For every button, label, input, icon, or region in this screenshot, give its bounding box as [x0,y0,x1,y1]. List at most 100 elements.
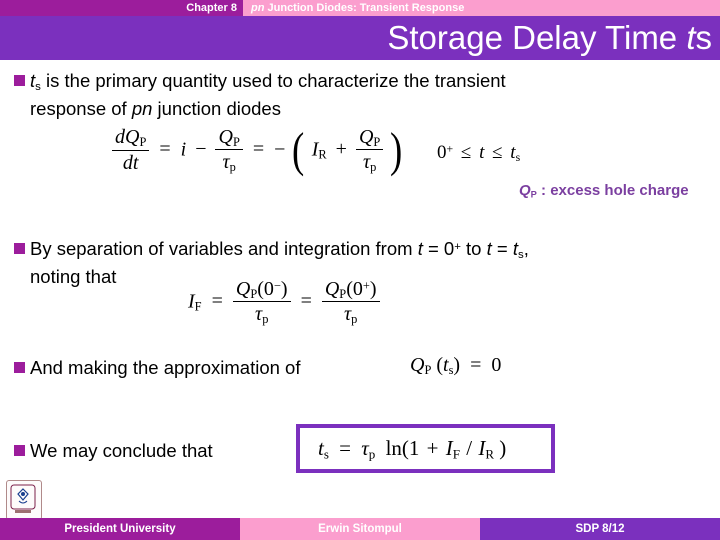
tau-subscript: p [368,446,376,462]
bullet4-text: We may conclude that [30,440,213,461]
zero-value: 0 [491,354,502,376]
negation-sign: − [274,138,286,161]
d-symbol: d [115,126,125,149]
Q-symbol: Q [410,354,425,376]
equation-storage-time: ts = τp ln(1 + IF / IR ) [318,436,506,462]
footer: President University Erwin Sitompul SDP … [0,518,720,540]
frac-denominator: τp [356,150,383,175]
bullet1-line2-a: response of [30,97,132,119]
bullet-conclusion: We may conclude that [14,440,213,462]
equals-sign: = [470,354,482,376]
Q-symbol: Q [358,126,374,148]
equation-forward-current: IF = QP(0−) τp = QP(0+) τp [188,278,380,327]
bullet2-tail: , [523,238,529,260]
bullet2-mid: to [460,238,487,260]
page-title-variable: t [686,19,696,56]
equals-1: = [159,138,171,161]
chapter-bar: Chapter 8 pn Junction Diodes: Transient … [0,0,720,16]
ln-open: ln(1 [385,436,420,460]
bullet-square-icon [14,362,25,373]
tau-subscript: p [229,160,236,175]
forward-current-sub: F [452,446,460,462]
storage-time-sub: s [323,446,329,462]
Q-subscript: P [139,135,147,150]
division-slash: / [466,436,473,460]
bullet2-eq1: = 0 [422,238,455,260]
Q-subscript: P [373,135,381,150]
footer-author: Erwin Sitompul [240,518,480,540]
ln-close: ) [499,436,507,460]
frac-denominator: τp [233,302,291,327]
plus-sign: + [426,436,439,460]
tau-subscript: p [370,160,377,175]
le-1: ≤ [460,142,472,163]
chapter-number: Chapter 8 [186,2,237,14]
current-i: i [180,138,187,161]
bullet3-text: And making the approximation of [30,357,301,378]
arg-open: (0 [346,278,363,300]
open-paren: ( [292,122,305,178]
frac-denominator: dt [122,151,139,174]
frac-numerator: QP(0+) [321,278,380,303]
time-t: t [479,142,485,163]
frac-numerator: QP(0−) [232,278,291,303]
chapter-bar-left-band: Chapter 8 [0,0,243,16]
equals-2: = [300,290,312,313]
university-logo [6,480,42,520]
frac-denominator: τp [322,302,380,327]
bullet-square-icon [14,445,25,456]
arg-close: ) [369,278,377,300]
bullet2-sup1: + [454,241,461,253]
storage-time-sub: s [515,150,521,164]
bullet2-part-a: By separation of variables and integrati… [30,238,418,260]
Q-subscript: P [232,135,240,150]
bullet-square-icon [14,243,25,255]
frac-numerator: dQP [112,126,150,151]
close-paren: ) [390,122,403,178]
arg-close: ) [280,278,288,300]
plus-sign: + [335,138,347,161]
equation-approximation: QP (ts) = 0 [410,354,501,378]
reverse-current-sub: R [318,147,327,162]
bullet-square-icon [14,75,25,86]
university-crest-icon [10,484,36,513]
bullet1-line2-italic: pn [131,97,153,119]
arg-superscript: − [273,278,281,293]
Q-symbol: Q [125,126,140,149]
frac-Qp-taup-1: QP τp [215,126,243,175]
bullet-approximation: And making the approximation of [14,357,300,379]
chapter-bar-right-band: pn Junction Diodes: Transient Response [243,0,720,16]
chapter-title-rest: Junction Diodes: Transient Response [264,2,465,14]
title-banner: Storage Delay Time ts [0,16,720,60]
chapter-title-italic: pn [251,2,265,14]
annotation-excess-hole-charge: QP : excess hole charge [519,182,719,203]
frac-Qp-0minus-taup: QP(0−) τp [232,278,291,327]
annotation-symbol: Q [519,182,531,199]
bullet1-line2: response of pn junction diodes [30,98,714,120]
page-title-variable-sub: s [695,19,713,56]
equals-sign: = [339,436,352,460]
frac-Qp-0plus-taup: QP(0+) τp [321,278,380,327]
chapter-title: pn Junction Diodes: Transient Response [251,1,464,15]
equation-time-range: 0+ ≤ t ≤ ts [437,142,520,165]
tau-symbol: τ [222,151,230,174]
arg-open: (0 [257,278,274,300]
frac-numerator: QP [215,126,243,151]
bullet1-line1: is the primary quantity used to characte… [40,70,506,91]
le-2: ≤ [492,142,503,163]
Q-subscript: P [424,363,432,378]
frac-dQp-dt: dQP dt [112,126,150,174]
zero-superscript: + [446,142,454,156]
annotation-text: : excess hole charge [536,182,689,199]
tau-subscript: p [351,312,358,327]
forward-current-I: I [188,290,195,313]
footer-page: SDP 8/12 [480,518,720,540]
page-title: Storage Delay Time ts [387,19,712,57]
slide: Chapter 8 pn Junction Diodes: Transient … [0,0,720,540]
equals-2: = [252,138,265,161]
tau-subscript: p [262,312,269,327]
equals-1: = [211,290,223,313]
equation-charge-rate: dQP dt = i − QP τp = − ( IR + QP τp ) [112,122,405,178]
forward-current-I: I [445,436,453,460]
boxed-equation-storage-time: ts = τp ln(1 + IF / IR ) [296,424,555,473]
